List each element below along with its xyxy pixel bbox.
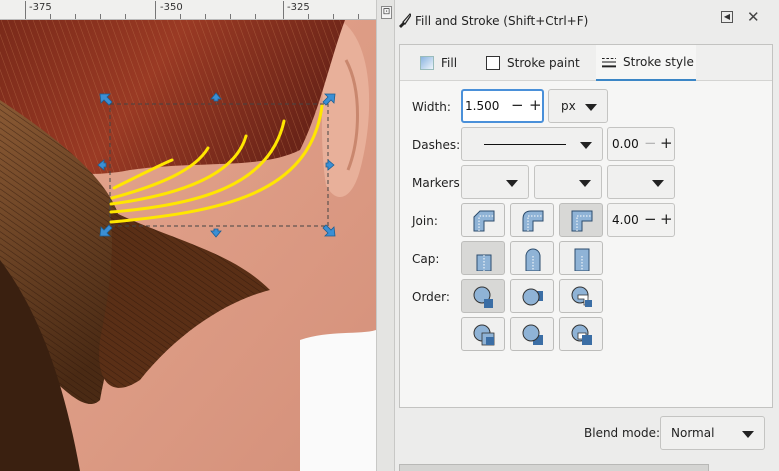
bevel-join-button[interactable] <box>461 203 505 237</box>
collapse-dock-icon[interactable]: ⊡ <box>381 6 392 19</box>
chevron-down-icon <box>742 431 754 438</box>
drawing-canvas[interactable]: -375 -350 -325 <box>0 0 376 471</box>
stroke-style-icon <box>602 57 616 68</box>
square-cap-icon <box>574 248 590 271</box>
mid-marker-select[interactable] <box>534 165 602 199</box>
fill-stroke-dialog: Fill and Stroke (Shift+Ctrl+F) ◀ ✕ Fill … <box>395 0 779 471</box>
minus-icon[interactable]: − <box>511 97 524 113</box>
paint-order-icon <box>571 324 592 345</box>
unit-select[interactable]: px <box>548 89 608 123</box>
chevron-down-icon <box>580 142 592 149</box>
paint-order-icon <box>571 286 592 307</box>
order-stroke-markers-fill-button[interactable] <box>510 317 554 351</box>
order-fill-markers-stroke-button[interactable] <box>461 317 505 351</box>
paint-order-icon <box>522 324 543 345</box>
horizontal-ruler: -375 -350 -325 <box>0 0 376 20</box>
order-stroke-fill-markers-button[interactable] <box>510 279 554 313</box>
ruler-label: -325 <box>287 2 310 13</box>
order-markers-fill-stroke-button[interactable] <box>559 279 603 313</box>
dash-offset-value: 0.00 <box>612 137 639 151</box>
opacity-panel-edge <box>399 464 709 471</box>
ruler-label: -375 <box>29 2 52 13</box>
tab-bar: Fill Stroke paint Stroke style <box>400 45 772 81</box>
dash-pattern-select[interactable] <box>461 127 603 161</box>
plus-icon[interactable]: + <box>660 211 673 227</box>
tab-fill[interactable]: Fill <box>420 45 486 81</box>
close-icon[interactable]: ✕ <box>747 8 760 26</box>
solid-line-icon <box>484 144 566 145</box>
order-markers-stroke-fill-button[interactable] <box>559 317 603 351</box>
artwork[interactable] <box>0 20 376 471</box>
dialog-title: Fill and Stroke (Shift+Ctrl+F) <box>415 14 589 28</box>
dialog-panel: Fill Stroke paint Stroke style Width: 1.… <box>399 44 773 408</box>
bevel-join-icon <box>473 210 495 232</box>
chevron-down-icon <box>652 180 664 187</box>
round-cap-button[interactable] <box>510 241 554 275</box>
round-join-icon <box>522 210 544 232</box>
tab-label: Stroke paint <box>507 56 580 70</box>
paint-brush-icon <box>399 13 411 28</box>
square-cap-button[interactable] <box>559 241 603 275</box>
chevron-down-icon <box>585 104 597 111</box>
start-marker-select[interactable] <box>461 165 529 199</box>
tab-stroke-style[interactable]: Stroke style <box>596 45 696 81</box>
dock-divider[interactable]: ⊡ <box>376 0 395 471</box>
join-label: Join: <box>412 214 438 228</box>
order-fill-stroke-markers-button[interactable] <box>461 279 505 313</box>
width-value: 1.500 <box>465 99 500 113</box>
round-join-button[interactable] <box>510 203 554 237</box>
miter-join-icon <box>571 210 593 232</box>
order-label: Order: <box>412 290 450 304</box>
dock-arrow-icon[interactable]: ◀ <box>721 11 733 23</box>
blend-mode-value: Normal <box>671 426 715 440</box>
paint-order-icon <box>473 324 495 346</box>
cap-label: Cap: <box>412 252 440 266</box>
markers-label: Markers: <box>412 176 464 190</box>
tab-label: Stroke style <box>623 55 694 69</box>
round-cap-icon <box>525 248 541 271</box>
tab-stroke-paint[interactable]: Stroke paint <box>486 45 586 81</box>
fill-icon <box>420 56 434 70</box>
end-marker-select[interactable] <box>607 165 675 199</box>
stroke-paint-icon <box>486 56 500 70</box>
dialog-titlebar: Fill and Stroke (Shift+Ctrl+F) ◀ ✕ <box>395 0 779 40</box>
plus-icon[interactable]: + <box>660 135 673 151</box>
miter-limit-input[interactable]: 4.00 − + <box>607 203 675 237</box>
unit-value: px <box>561 99 576 113</box>
blend-mode-select[interactable]: Normal <box>660 416 765 450</box>
dashes-label: Dashes: <box>412 138 461 152</box>
miter-limit-value: 4.00 <box>612 213 639 227</box>
miter-join-button[interactable] <box>559 203 603 237</box>
blend-mode-label: Blend mode: <box>584 426 661 440</box>
chevron-down-icon <box>506 180 518 187</box>
width-label: Width: <box>412 100 451 114</box>
chevron-down-icon <box>579 180 591 187</box>
minus-icon[interactable]: − <box>644 211 657 227</box>
butt-cap-button[interactable] <box>461 241 505 275</box>
minus-icon[interactable]: − <box>644 135 657 151</box>
paint-order-icon <box>473 286 493 308</box>
width-input[interactable]: 1.500 − + <box>461 89 544 123</box>
ruler-label: -350 <box>160 2 183 13</box>
paint-order-icon <box>522 288 543 306</box>
butt-cap-icon <box>476 254 492 271</box>
tab-label: Fill <box>441 56 458 70</box>
dash-offset-input[interactable]: 0.00 − + <box>607 127 675 161</box>
plus-icon[interactable]: + <box>529 97 542 113</box>
